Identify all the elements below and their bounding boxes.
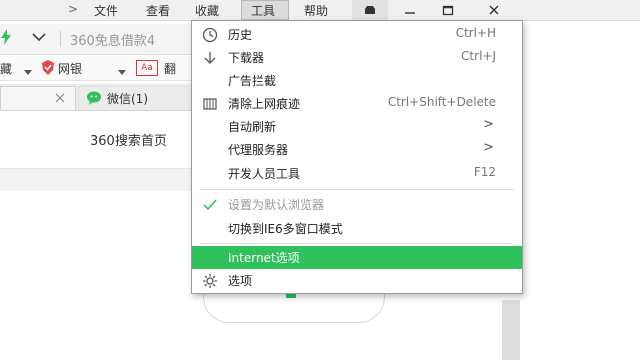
menu-item-label: 开发人员工具 <box>228 167 301 181</box>
tools-dropdown-menu: 历史 Ctrl+H 下载器 Ctrl+J 广告拦截 清除上网痕迹 Ctrl+Sh… <box>191 20 523 294</box>
scrollbar[interactable] <box>502 300 520 360</box>
clock-icon <box>202 27 218 43</box>
chevron-down-icon[interactable] <box>32 31 46 45</box>
tab-previous[interactable] <box>0 86 76 110</box>
menu-bar: > 文件 查看 收藏 工具 帮助 <box>0 0 640 21</box>
menu-item-options[interactable]: 选项 <box>192 269 522 292</box>
menu-item-proxy-server[interactable]: 代理服务器 > <box>192 138 522 161</box>
tab-label: 微信(1) <box>107 92 148 106</box>
bookmark-partial-label: 藏 <box>0 62 13 76</box>
menu-item-label: Internet选项 <box>228 251 300 265</box>
menu-item-set-default-browser: 设置为默认浏览器 <box>192 193 522 216</box>
menu-help[interactable]: 帮助 <box>304 2 328 19</box>
menu-separator <box>200 243 514 244</box>
address-bar-row: 360免息借款4 <box>0 24 200 55</box>
wechat-icon <box>87 91 103 109</box>
search-box-bottom <box>203 292 385 323</box>
menu-item-label: 自动刷新 <box>228 120 277 134</box>
dropdown-arrow-icon[interactable] <box>118 65 126 79</box>
menu-item-history[interactable]: 历史 Ctrl+H <box>192 23 522 46</box>
dropdown-arrow-icon[interactable] <box>24 65 32 79</box>
menu-separator <box>200 189 514 190</box>
shortcut-label: F12 <box>473 165 496 179</box>
shortcut-label: Ctrl+J <box>461 49 496 63</box>
menu-file[interactable]: 文件 <box>94 2 118 19</box>
menu-item-label: 切换到IE6多窗口模式 <box>228 222 343 236</box>
submenu-arrow-icon: > <box>483 140 494 155</box>
tab-close-icon[interactable] <box>55 92 65 106</box>
menu-item-label: 广告拦截 <box>228 74 277 88</box>
menu-favorites[interactable]: 收藏 <box>195 2 219 19</box>
minimize-button[interactable] <box>392 0 428 20</box>
page-heading: 360搜索首页 <box>90 134 167 149</box>
translate-icon: Aa <box>136 60 158 76</box>
lightning-icon[interactable] <box>1 29 11 48</box>
menu-item-internet-options[interactable]: Internet选项 <box>192 246 522 269</box>
address-input[interactable]: 360免息借款4 <box>70 30 155 49</box>
maximize-button[interactable] <box>430 0 466 20</box>
menu-view[interactable]: 查看 <box>146 2 170 19</box>
menubar-overflow-chevron[interactable]: > <box>68 2 78 16</box>
close-icon[interactable] <box>476 0 512 20</box>
menu-item-clear-history[interactable]: 清除上网痕迹 Ctrl+Shift+Delete <box>192 92 522 115</box>
submenu-arrow-icon: > <box>483 117 494 132</box>
menu-item-ad-block[interactable]: 广告拦截 <box>192 69 522 92</box>
bookmarks-bar: 藏 网银 Aa 翻 <box>0 56 200 81</box>
skin-icon[interactable] <box>352 0 388 20</box>
menu-item-label: 历史 <box>228 28 253 42</box>
menu-item-switch-ie6-mode[interactable]: 切换到IE6多窗口模式 <box>192 217 522 240</box>
menu-item-auto-refresh[interactable]: 自动刷新 > <box>192 115 522 138</box>
broom-icon <box>202 96 218 112</box>
menu-item-downloader[interactable]: 下载器 Ctrl+J <box>192 46 522 69</box>
tab-wechat[interactable]: 微信(1) <box>78 86 200 110</box>
download-arrow-icon <box>202 50 218 66</box>
shortcut-label: Ctrl+Shift+Delete <box>387 95 496 109</box>
menu-item-label: 选项 <box>228 274 253 288</box>
menu-tools[interactable]: 工具 <box>251 2 275 19</box>
shield-icon <box>41 60 55 78</box>
checkmark-icon <box>202 197 218 213</box>
menu-item-label: 设置为默认浏览器 <box>228 198 325 212</box>
tab-strip: 微信(1) <box>0 84 200 111</box>
gear-icon <box>202 273 218 289</box>
menu-item-label: 下载器 <box>228 51 265 65</box>
menu-item-label: 代理服务器 <box>228 143 289 157</box>
menu-item-label: 清除上网痕迹 <box>228 97 301 111</box>
divider <box>60 31 61 47</box>
page-section-band <box>0 168 200 191</box>
menu-item-developer-tools[interactable]: 开发人员工具 F12 <box>192 162 522 185</box>
shortcut-label: Ctrl+H <box>455 26 496 40</box>
bookmark-item-netbank[interactable]: 网银 <box>58 60 82 77</box>
bookmark-item-translate[interactable]: 翻 <box>164 60 176 77</box>
